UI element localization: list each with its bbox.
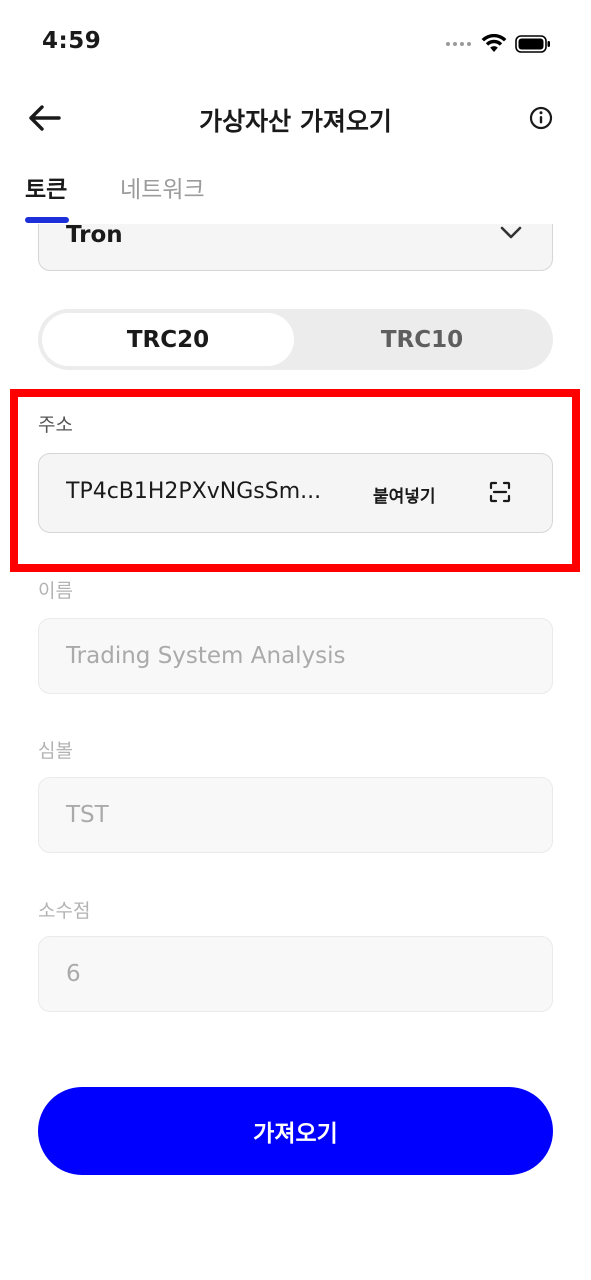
network-select[interactable]: Tron	[38, 222, 553, 271]
scan-icon[interactable]	[488, 480, 512, 504]
tab-network[interactable]: 네트워크	[120, 170, 205, 204]
decimals-field: 6	[38, 936, 553, 1012]
status-icons	[446, 32, 551, 56]
tab-active-indicator	[25, 217, 69, 223]
decimals-label: 소수점	[38, 900, 91, 922]
tab-bar: 토큰 네트워크	[0, 160, 591, 226]
paste-button[interactable]: 붙여넣기	[373, 482, 436, 507]
signal-dots-icon	[446, 42, 471, 46]
name-value: Trading System Analysis	[66, 643, 346, 669]
info-circle-icon	[529, 106, 553, 130]
symbol-value: TST	[66, 802, 109, 828]
address-value: TP4cB1H2PXvNGsSm...	[66, 479, 322, 504]
status-bar: 4:59	[0, 0, 591, 80]
segment-trc20[interactable]: TRC20	[42, 313, 294, 366]
battery-icon	[515, 35, 550, 53]
name-field: Trading System Analysis	[38, 618, 553, 694]
segment-trc10[interactable]: TRC10	[296, 313, 548, 366]
wifi-icon	[481, 34, 507, 52]
symbol-field: TST	[38, 777, 553, 853]
nav-bar: 가상자산 가져오기	[0, 88, 591, 146]
network-select-value: Tron	[66, 222, 123, 248]
name-label: 이름	[38, 580, 73, 602]
address-label: 주소	[38, 414, 73, 436]
symbol-label: 심볼	[38, 740, 73, 762]
decimals-value: 6	[66, 961, 81, 987]
tab-token[interactable]: 토큰	[25, 170, 67, 204]
info-button[interactable]	[527, 104, 555, 132]
address-field[interactable]: TP4cB1H2PXvNGsSm... 붙여넣기	[38, 453, 553, 533]
chevron-down-icon	[500, 226, 522, 239]
import-button[interactable]: 가져오기	[38, 1087, 553, 1175]
page-title: 가상자산 가져오기	[199, 107, 392, 136]
token-standard-segment: TRC20 TRC10	[38, 309, 553, 370]
status-time: 4:59	[42, 28, 102, 54]
